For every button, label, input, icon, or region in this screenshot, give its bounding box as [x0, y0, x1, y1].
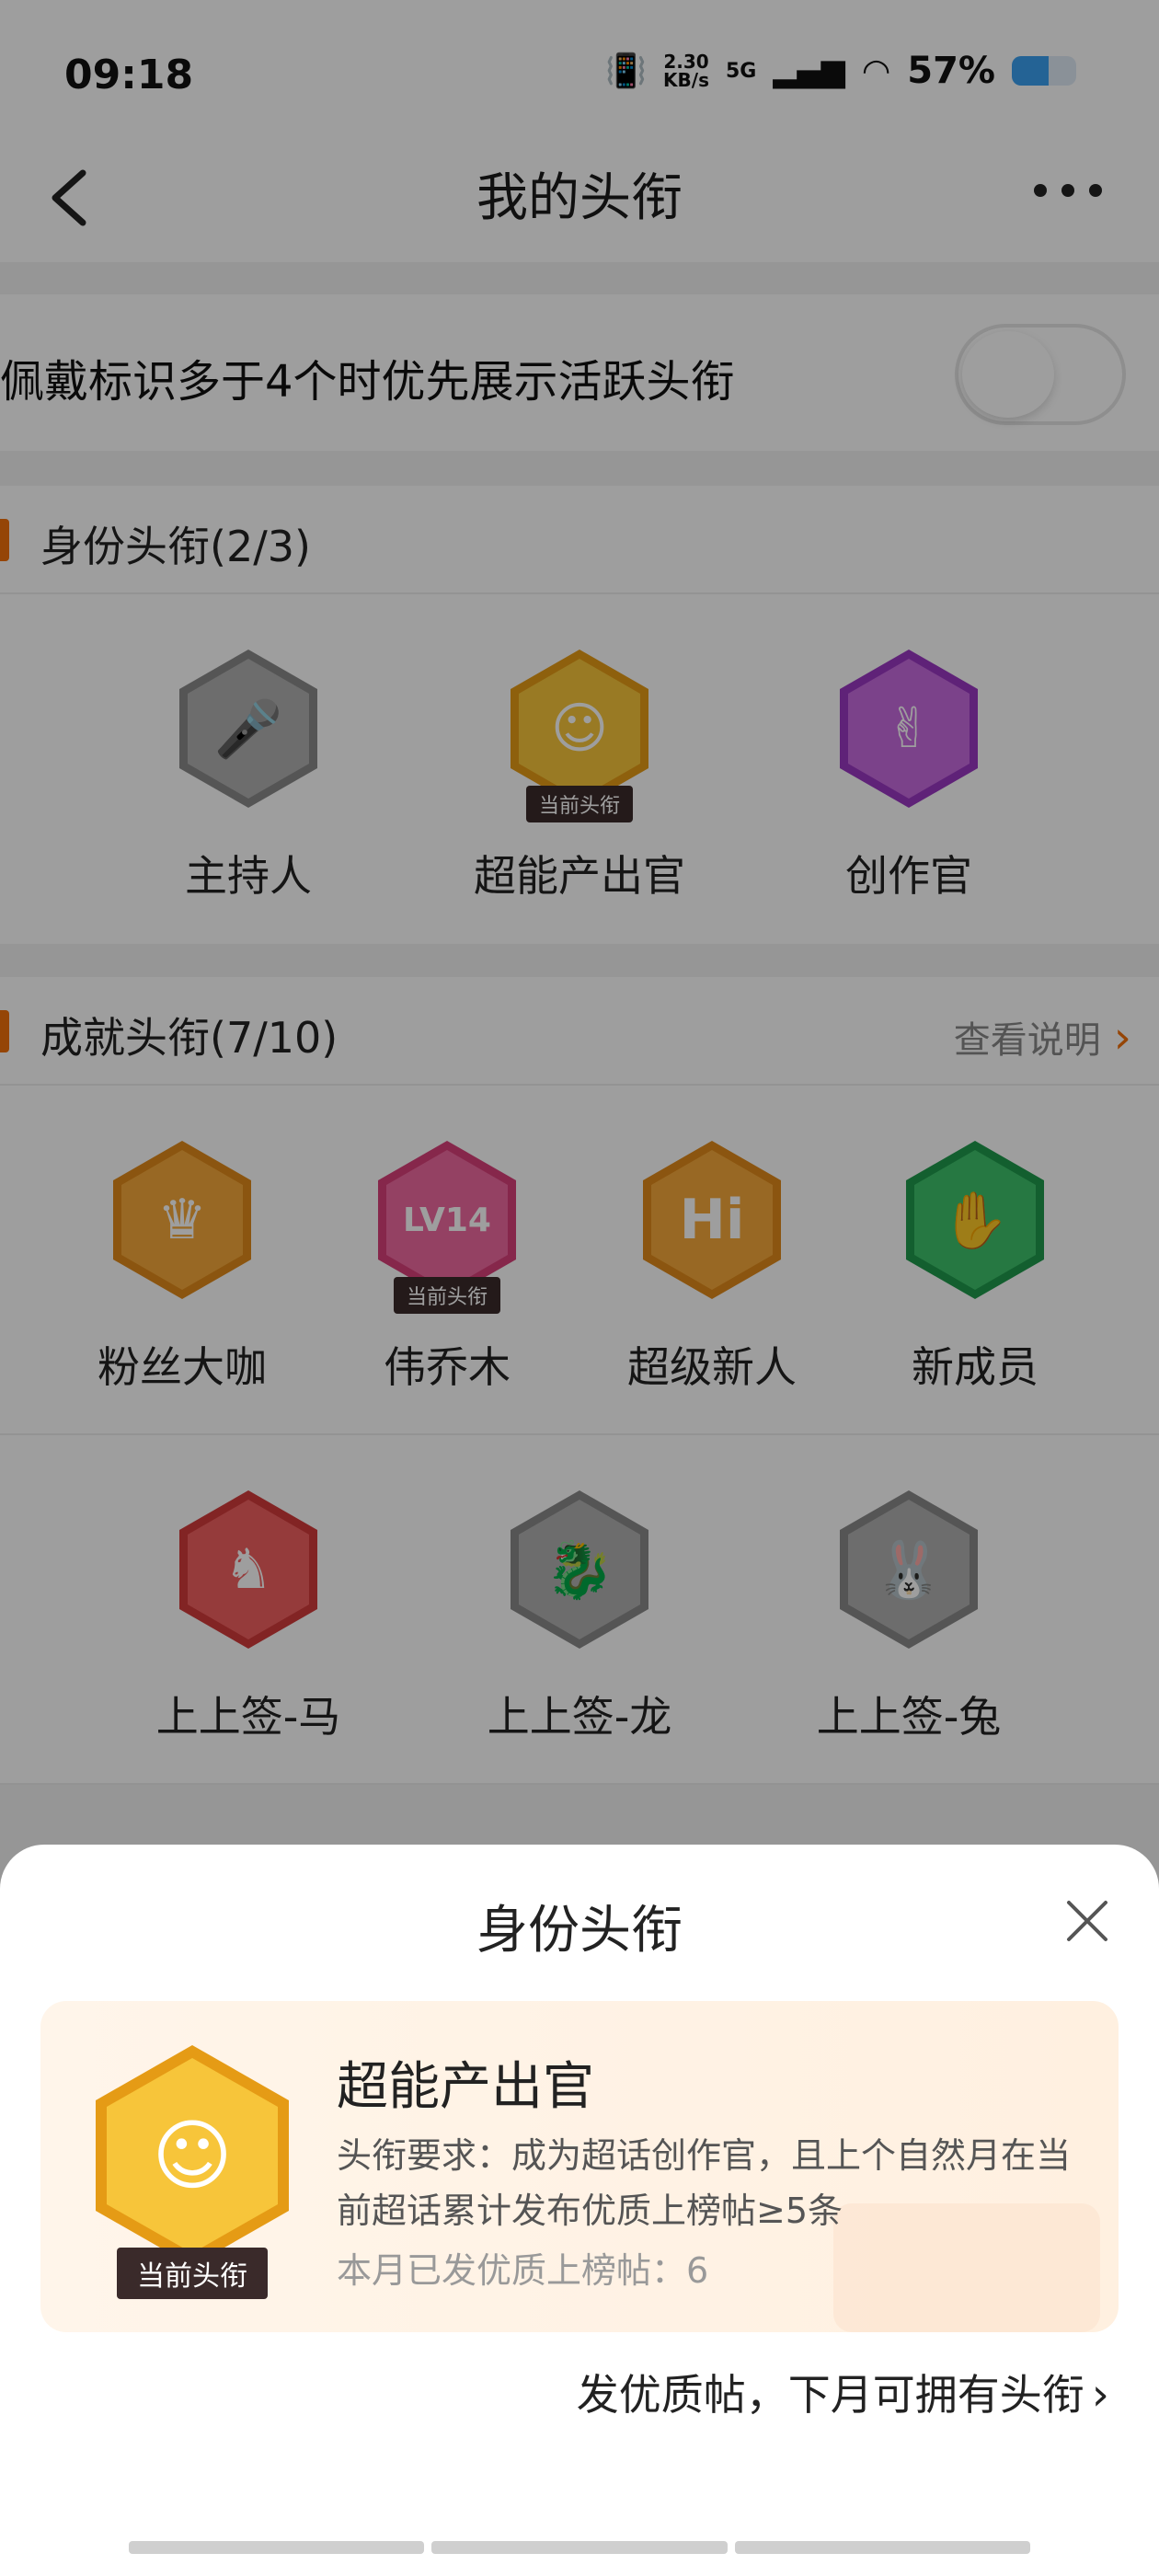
sheet-title: 身份头衔	[476, 1901, 683, 1961]
title-info-card: ☺ 当前头衔 超能产出官 头衔要求：成为超话创作官，且上个自然月在当前超话累计发…	[40, 2001, 1119, 2332]
badge-requirement: 头衔要求：成为超话创作官，且上个自然月在当前超话累计发布优质上榜帖≥5条	[337, 2135, 1072, 2231]
post-count: 本月已发优质上榜帖：6	[337, 2250, 709, 2291]
chevron-right-icon: ›	[1091, 2369, 1109, 2421]
post-quality-link[interactable]: 发优质帖，下月可拥有头衔 ›	[577, 2362, 1109, 2422]
yellow-mascot-badge-icon: ☺	[96, 2045, 289, 2266]
title-detail-sheet: 身份头衔 ☺ 当前头衔 超能产出官 头衔要求：成为超话创作官，且上个自然月在当前…	[0, 1845, 1159, 2576]
badge-name: 超能产出官	[337, 2057, 594, 2117]
home-indicator[interactable]	[129, 2541, 1030, 2554]
current-title-tag: 当前头衔	[117, 2248, 268, 2299]
badge-super-producer-large: ☺ 当前头衔	[96, 2045, 289, 2299]
close-icon[interactable]	[1061, 1895, 1113, 1947]
